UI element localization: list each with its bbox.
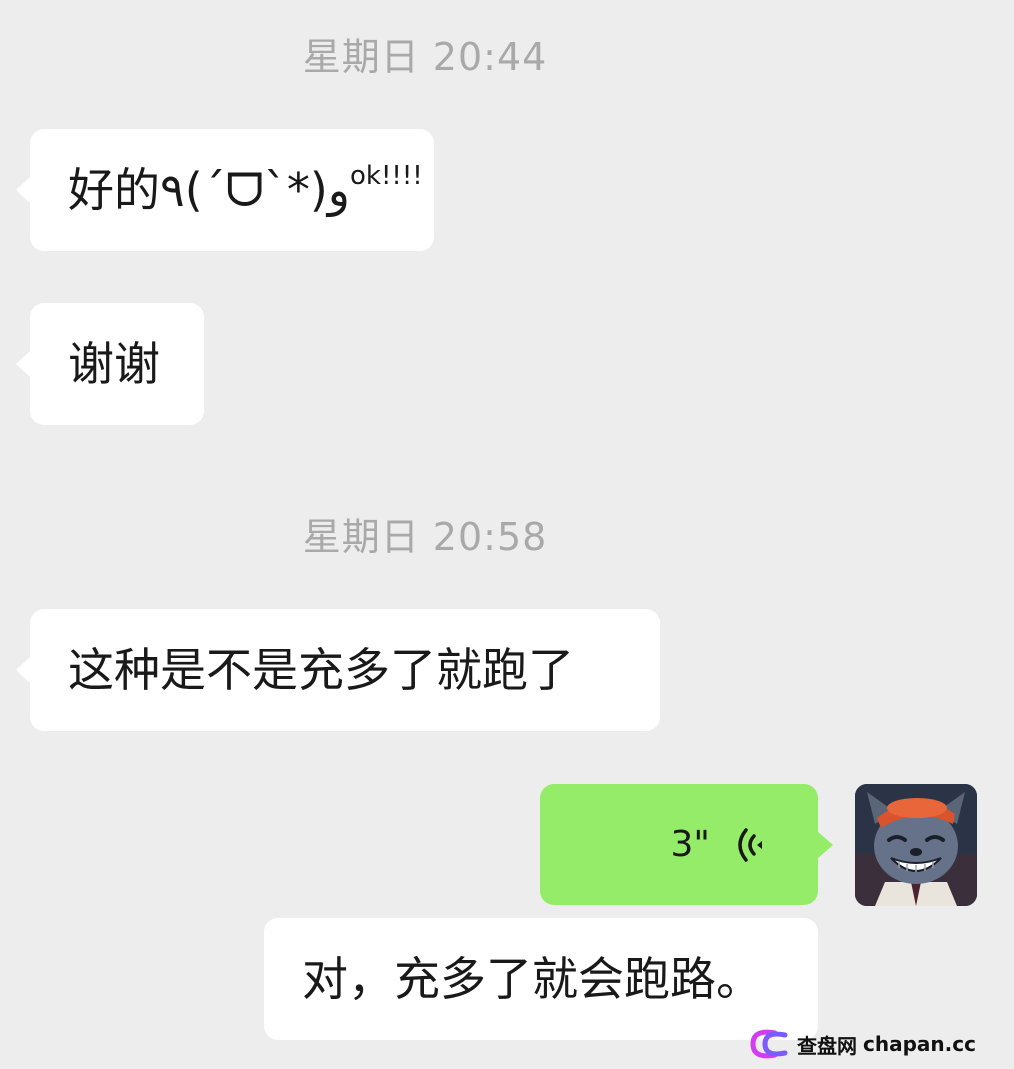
message-bubble-incoming[interactable]: 这种是不是充多了就跑了 (16, 609, 660, 731)
message-bubble-incoming[interactable]: 谢谢 (16, 303, 204, 425)
transcript-text: 对，充多了就会跑路。 (302, 952, 762, 1006)
watermark: 查盘网 chapan.cc (745, 1026, 976, 1062)
message-superscript: ok!!!! (350, 161, 423, 191)
voice-duration: 3" (670, 823, 710, 865)
watermark-brand: 查盘网 (797, 1033, 857, 1058)
avatar[interactable] (855, 784, 977, 906)
voice-message-bubble[interactable]: 3" (540, 784, 833, 905)
timestamp: 星期日 20:58 (302, 515, 548, 559)
message-text: 这种是不是充多了就跑了 (68, 643, 574, 697)
message-text: 好的٩(ˊᗜˋ*)و (68, 163, 351, 217)
timestamp: 星期日 20:44 (302, 35, 548, 79)
message-text: 谢谢 (68, 337, 160, 391)
watermark-url: chapan.cc (863, 1032, 976, 1056)
cartoon-wolf-avatar-icon (855, 784, 977, 906)
voice-wave-icon (738, 827, 762, 862)
voice-transcript-bubble[interactable]: 对，充多了就会跑路。 (264, 918, 818, 1040)
chapan-logo-icon (750, 1029, 788, 1059)
message-bubble-incoming[interactable]: 好的٩(ˊᗜˋ*)و ok!!!! (16, 129, 434, 251)
